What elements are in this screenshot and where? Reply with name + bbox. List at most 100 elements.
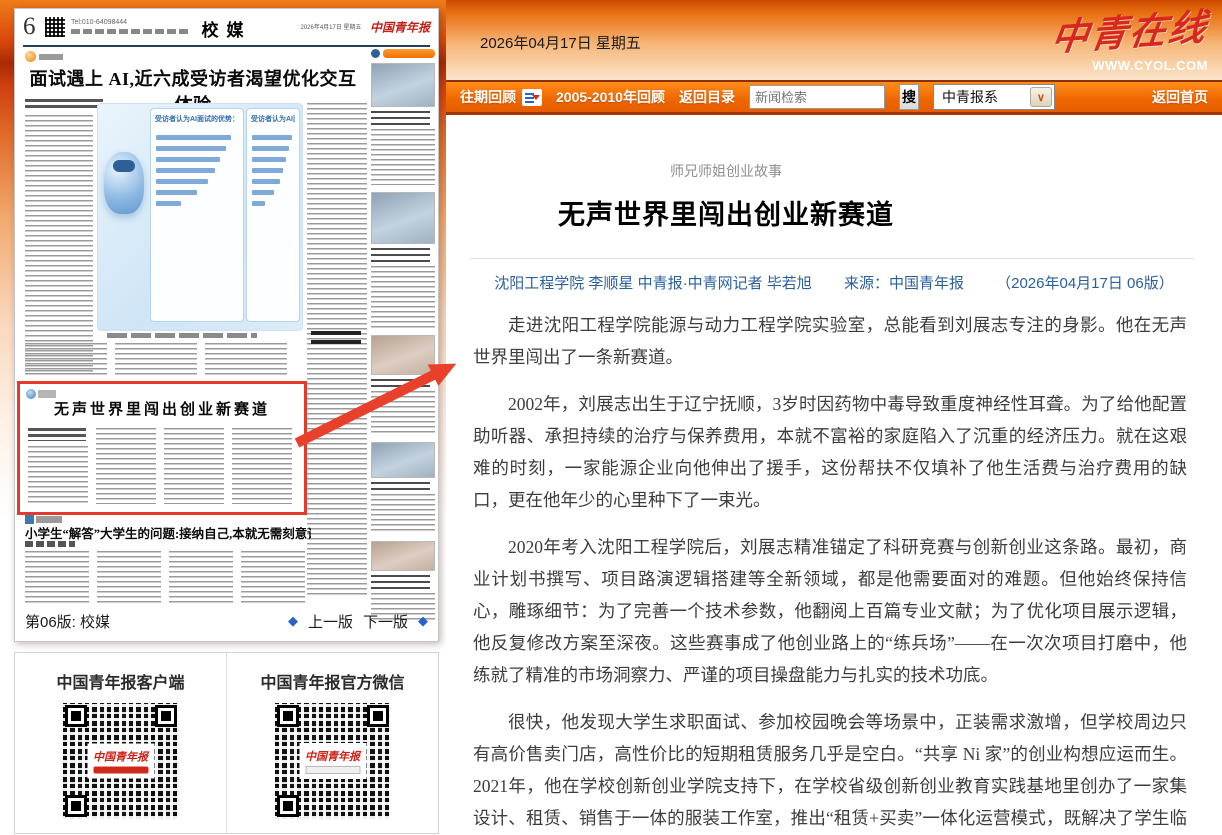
article-body: 走进沈阳工程学院能源与动力工程学院实验室，总能看到刘展志专注的身影。他在无声世界…	[473, 309, 1187, 835]
student-figure-icon	[371, 49, 380, 58]
site-logo-text: 中青在线	[1048, 0, 1212, 61]
sidebar-photo-caption	[371, 111, 430, 125]
newspaper-page-thumbnail[interactable]: 6 Tel:010-64098444 校媒 2026年4月17日 星期五 中国青…	[14, 8, 439, 642]
newspaper-text-column	[205, 343, 287, 377]
chevron-down-icon[interactable]: ∨	[1030, 87, 1052, 107]
bar	[156, 190, 197, 195]
bar	[156, 168, 215, 173]
robot-illustration-icon	[104, 152, 144, 214]
banner-date: 2026年04月17日 星期五	[480, 32, 641, 53]
page-footer-bar: 第06版: 校媒 ◆ 上一版 下一版 ◆	[25, 607, 428, 635]
bar	[252, 179, 280, 184]
newspaper-header-rule	[23, 45, 430, 47]
nav-archive-2005-2010-link[interactable]: 2005-2010年回顾	[556, 87, 665, 107]
newspaper-text-column	[96, 428, 156, 504]
nav-back-home-link[interactable]: 返回首页	[1152, 87, 1208, 107]
site-navbar: 往期回顾 2005-2010年回顾 返回目录 搜 中青报系 ∨ 返回首页	[446, 82, 1222, 115]
sidebar-photo	[371, 63, 435, 107]
bar	[156, 146, 226, 151]
article-paragraph: 走进沈阳工程学院能源与动力工程学院实验室，总能看到刘展志专注的身影。他在无声世界…	[473, 309, 1187, 373]
wechat-qr-code: 中国青年报	[275, 703, 391, 819]
newspaper-main-byline	[25, 99, 103, 110]
sidebar-photo	[371, 541, 435, 571]
article-issue: （2026年04月17日 06版）	[996, 275, 1174, 292]
client-app-qr-code: 中国青年报	[63, 703, 179, 819]
article-paragraph: 2002年，刘展志出生于辽宁抚顺，3岁时因药物中毒导致重度神经性耳聋。为了给他配…	[473, 388, 1187, 516]
article-divider	[470, 258, 1194, 259]
newspaper-subheadline	[311, 331, 361, 347]
qr-code-panel: 中国青年报客户端 中国青年报 中国青年报官方微信 中国青年报	[14, 652, 439, 834]
newspaper-masthead-logo: 中国青年报	[370, 20, 430, 34]
bar	[252, 157, 286, 162]
infographic-title: 受访者认为AI面试存在的不足：	[251, 114, 295, 124]
site-banner: 2026年04月17日 星期五 中青在线 WWW.CYOL.COM	[446, 0, 1222, 80]
newspaper-text-column	[164, 428, 224, 504]
highlighted-article-byline	[28, 428, 86, 441]
bar	[252, 190, 274, 195]
qr-wechat-block: 中国青年报官方微信 中国青年报	[226, 653, 438, 833]
ai-interview-infographic: 受访者认为AI面试的优势： 受访者认为AI面试存在的不足：	[97, 103, 303, 331]
article-source: 来源：中国青年报	[844, 275, 964, 292]
infographic-caption	[107, 333, 257, 338]
newspaper-text-column	[169, 551, 233, 603]
site-logo[interactable]: 中青在线 WWW.CYOL.COM	[1052, 2, 1208, 73]
next-arrow-icon: ◆	[418, 613, 428, 629]
infographic-title: 受访者认为AI面试的优势：	[155, 114, 239, 124]
highlighted-article-headline[interactable]: 无声世界里闯出创业新赛道	[30, 398, 294, 419]
prev-page-link[interactable]: 上一版	[308, 611, 353, 632]
sidebar-banner	[371, 49, 435, 58]
bar	[156, 179, 208, 184]
qr-center-logo: 中国青年报	[305, 748, 360, 764]
highlighted-article-region[interactable]: 无声世界里闯出创业新赛道	[17, 381, 307, 515]
qr-center-logo: 中国青年报	[93, 749, 148, 765]
news-search-input[interactable]	[749, 85, 885, 109]
bar	[156, 201, 181, 206]
nav-back-to-contents-link[interactable]: 返回目录	[679, 87, 735, 107]
article-paragraph: 很快，他发现大学生求职面试、参加校园晚会等场景中，正装需求激增，但学校周边只有高…	[473, 706, 1187, 835]
sidebar-photo	[371, 335, 435, 375]
sidebar-text	[371, 494, 435, 534]
newspaper-text-column	[307, 103, 367, 595]
campus-media-mascot-icon	[25, 51, 63, 62]
newspaper-text-column	[97, 551, 161, 603]
article-panel: 2026年04月17日 星期五 中青在线 WWW.CYOL.COM 往期回顾 2…	[446, 0, 1222, 835]
newspaper-text-column	[241, 551, 305, 603]
next-page-link[interactable]: 下一版	[363, 611, 408, 632]
paper-series-selected-value: 中青报系	[942, 87, 998, 107]
article-paragraph: 2020年考入沈阳工程学院后，刘展志精准锚定了科研竞赛与创新创业这条路。最初，商…	[473, 531, 1187, 691]
article-kicker: 师兄师姐创业故事	[446, 161, 1006, 181]
page: 6 Tel:010-64098444 校媒 2026年4月17日 星期五 中国青…	[0, 0, 1222, 835]
newspaper-text-column	[25, 115, 93, 373]
sidebar-photo	[371, 442, 435, 478]
paper-series-select[interactable]: 中青报系 ∨	[933, 84, 1055, 110]
site-logo-url: WWW.CYOL.COM	[1052, 58, 1208, 73]
nav-archive-link[interactable]: 往期回顾	[460, 87, 516, 107]
article-authors: 沈阳工程学院 李顺星 中青报·中青网记者 毕若旭	[494, 275, 812, 292]
bar	[252, 168, 283, 173]
bar	[252, 201, 265, 206]
bar	[156, 157, 220, 162]
newspaper-text-column	[232, 428, 292, 504]
qr-client-app-title: 中国青年报客户端	[15, 669, 226, 693]
newspaper-text-column	[115, 343, 197, 377]
qr-client-app-block: 中国青年报客户端 中国青年报	[15, 653, 226, 833]
sidebar-text	[371, 129, 435, 185]
archive-calendar-icon[interactable]	[522, 89, 542, 106]
search-button[interactable]: 搜	[899, 84, 919, 110]
article-title: 无声世界里闯出创业新赛道	[446, 193, 1006, 232]
sidebar-photo	[371, 192, 435, 244]
qr-wechat-title: 中国青年报官方微信	[227, 669, 438, 693]
bottom-article-byline	[25, 541, 75, 547]
newspaper-text-column	[28, 446, 88, 504]
bar	[252, 135, 292, 140]
bar	[156, 135, 231, 140]
sidebar-photo-caption	[371, 575, 430, 589]
sidebar-text	[371, 266, 435, 328]
newspaper-photo-sidebar	[371, 49, 435, 623]
sidebar-photo-caption	[371, 248, 430, 262]
newspaper-bottom-headline[interactable]: 小学生“解答”大学生的问题:接纳自己,本就无需刻意训练	[25, 523, 311, 542]
bar	[252, 146, 289, 151]
newspaper-preview-panel: 6 Tel:010-64098444 校媒 2026年4月17日 星期五 中国青…	[0, 0, 446, 835]
current-page-label: 第06版: 校媒	[25, 611, 110, 632]
newspaper-date: 2026年4月17日 星期五	[301, 25, 362, 31]
